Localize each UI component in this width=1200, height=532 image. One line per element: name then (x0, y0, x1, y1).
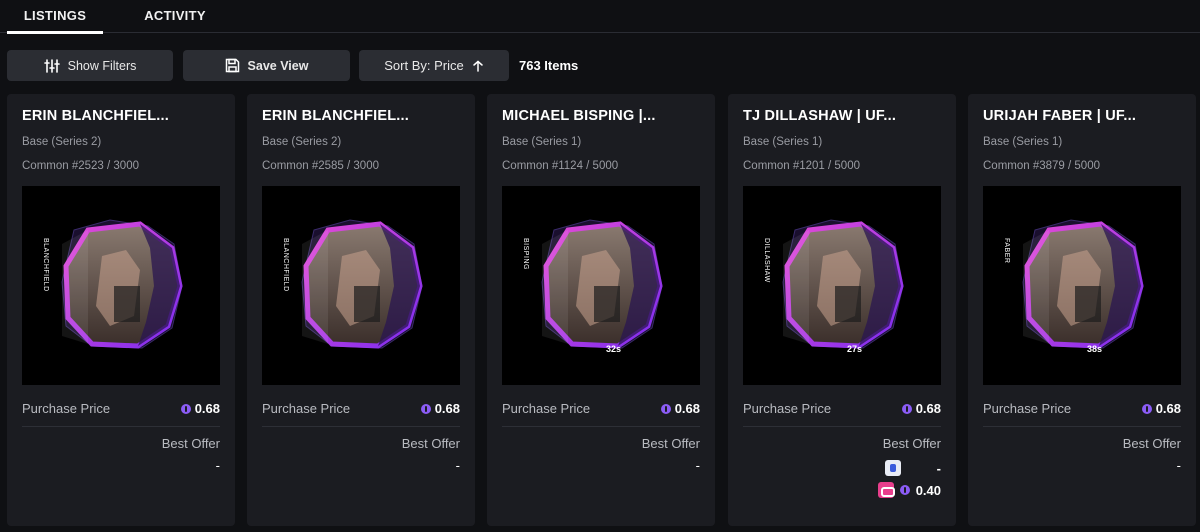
octagon-cage-art: DILLASHAW 27s (763, 219, 904, 354)
best-offer-value: - (695, 458, 700, 473)
octagon-cage-art: FABER 38s (1003, 219, 1144, 354)
octagon-cage-art: BISPING 32s (522, 219, 663, 354)
card-title[interactable]: MICHAEL BISPING |... (502, 108, 702, 124)
fighter-name-label: DILLASHAW (763, 238, 770, 283)
best-offer-row-2: 0.40 (877, 482, 941, 498)
sort-by-label: Sort By: Price (384, 58, 464, 73)
best-offer-label: Best Offer (1122, 436, 1181, 451)
purchase-price-row: Purchase Price 0.68 (743, 401, 941, 419)
purchase-price-label: Purchase Price (743, 401, 832, 416)
best-offer-value: - (1176, 458, 1181, 473)
card-set: Base (Series 2) (262, 136, 342, 148)
card-title[interactable]: URIJAH FABER | UF... (983, 108, 1183, 124)
save-icon (225, 58, 239, 73)
arrow-up-icon (472, 60, 483, 72)
flow-coin-icon (420, 403, 431, 414)
listing-card[interactable]: MICHAEL BISPING |... Base (Series 1) Com… (487, 94, 715, 526)
best-offer-value: 0.40 (915, 482, 941, 498)
moment-video-thumbnail[interactable]: BISPING 32s (502, 186, 700, 385)
show-filters-label: Show Filters (67, 58, 137, 73)
card-title[interactable]: ERIN BLANCHFIEL... (262, 108, 462, 124)
card-serial: Common #2523 / 3000 (22, 160, 139, 172)
video-duration: 27s (847, 344, 862, 354)
save-view-button[interactable]: Save View (183, 50, 350, 81)
purchase-price-label: Purchase Price (22, 401, 111, 416)
card-serial: Common #2585 / 3000 (262, 160, 379, 172)
best-offer-label: Best Offer (401, 436, 460, 451)
card-title[interactable]: ERIN BLANCHFIEL... (22, 108, 222, 124)
moment-video-thumbnail[interactable]: BLANCHFIELD (262, 186, 460, 385)
show-filters-button[interactable]: Show Filters (7, 50, 173, 81)
purchase-price-row: Purchase Price 0.68 (502, 401, 700, 419)
divider (262, 426, 460, 427)
divider (983, 426, 1181, 427)
purchase-price-label: Purchase Price (983, 401, 1072, 416)
card-set: Base (Series 1) (743, 136, 823, 148)
listing-card[interactable]: ERIN BLANCHFIEL... Base (Series 2) Commo… (247, 94, 475, 526)
purchase-price-value: 0.68 (915, 401, 941, 416)
purchase-price-value: 0.68 (434, 401, 460, 416)
best-offer-value: - (215, 458, 220, 473)
tab-listings[interactable]: LISTINGS (7, 0, 103, 34)
divider (743, 426, 941, 427)
moment-video-thumbnail[interactable]: FABER 38s (983, 186, 1181, 385)
card-set: Base (Series 2) (22, 136, 102, 148)
purchase-price-value: 0.68 (1155, 401, 1181, 416)
sort-by-button[interactable]: Sort By: Price (359, 50, 509, 81)
purchase-price-label: Purchase Price (262, 401, 351, 416)
card-title[interactable]: TJ DILLASHAW | UF... (743, 108, 943, 124)
listing-card[interactable]: ERIN BLANCHFIEL... Base (Series 2) Commo… (7, 94, 235, 526)
video-duration: 38s (1087, 344, 1102, 354)
fighter-name-label: BLANCHFIELD (282, 238, 289, 292)
card-serial: Common #3879 / 5000 (983, 160, 1100, 172)
fighter-name-label: FABER (1003, 238, 1010, 263)
flow-coin-icon (180, 403, 191, 414)
flow-coin-icon (901, 403, 912, 414)
items-count: 763 Items (519, 58, 579, 73)
card-serial: Common #1201 / 5000 (743, 160, 860, 172)
best-offer-value: - (455, 458, 460, 473)
card-set: Base (Series 1) (502, 136, 582, 148)
best-offer-row-1: - (885, 460, 941, 476)
marketplace-icon (885, 460, 901, 476)
octagon-cage-art: BLANCHFIELD (282, 219, 423, 349)
fighter-name-label: BLANCHFIELD (42, 238, 49, 292)
listing-card[interactable]: TJ DILLASHAW | UF... Base (Series 1) Com… (728, 94, 956, 526)
octagon-cage-art: BLANCHFIELD (42, 219, 183, 349)
moment-video-thumbnail[interactable]: DILLASHAW 27s (743, 186, 941, 385)
card-serial: Common #1124 / 5000 (502, 160, 619, 172)
best-offer-label: Best Offer (882, 436, 941, 451)
save-view-label: Save View (247, 58, 309, 73)
purchase-price-row: Purchase Price 0.68 (262, 401, 460, 419)
sliders-icon (43, 58, 60, 73)
purchase-price-label: Purchase Price (502, 401, 591, 416)
flow-coin-icon (899, 485, 910, 495)
tab-activity[interactable]: ACTIVITY (130, 0, 220, 33)
tab-bar: LISTINGS ACTIVITY (0, 0, 1200, 34)
fighter-name-label: BISPING (522, 238, 529, 270)
best-offer-label: Best Offer (641, 436, 700, 451)
divider (502, 426, 700, 427)
flow-coin-icon (1141, 403, 1152, 414)
video-duration: 32s (606, 344, 621, 354)
purchase-price-value: 0.68 (674, 401, 700, 416)
card-set: Base (Series 1) (983, 136, 1063, 148)
moment-video-thumbnail[interactable]: BLANCHFIELD (22, 186, 220, 385)
purchase-price-value: 0.68 (194, 401, 220, 416)
best-offer-value: - (936, 460, 941, 476)
best-offer-label: Best Offer (161, 436, 220, 451)
marketplace-icon (877, 482, 895, 498)
flow-coin-icon (660, 403, 671, 414)
purchase-price-row: Purchase Price 0.68 (22, 401, 220, 419)
listing-card[interactable]: URIJAH FABER | UF... Base (Series 1) Com… (968, 94, 1196, 526)
divider (22, 426, 220, 427)
purchase-price-row: Purchase Price 0.68 (983, 401, 1181, 419)
